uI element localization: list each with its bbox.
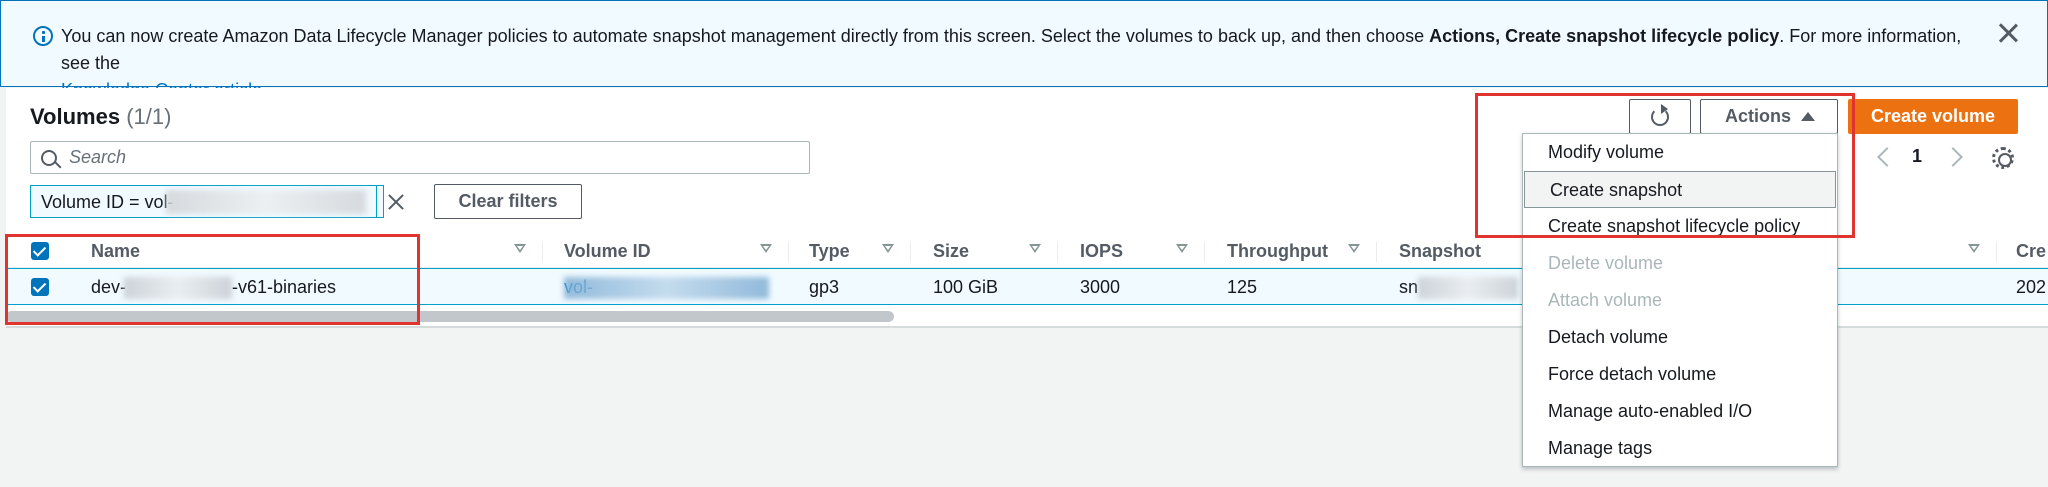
redacted-snapshot <box>1418 277 1518 299</box>
sort-icon[interactable] <box>1176 244 1188 253</box>
annotation-box-actions <box>1475 93 1855 238</box>
column-header-throughput[interactable]: Throughput <box>1227 234 1328 268</box>
sort-icon[interactable] <box>514 244 526 253</box>
filter-token-label: Volume ID = vol- <box>41 192 174 212</box>
clear-filters-button[interactable]: Clear filters <box>434 184 582 219</box>
column-divider <box>542 242 543 262</box>
menu-item-delete-volume: Delete volume <box>1548 253 1664 273</box>
filter-token[interactable]: Volume ID = vol- <box>30 185 384 218</box>
close-icon[interactable] <box>1997 21 2019 43</box>
search-icon <box>41 150 57 166</box>
column-divider <box>1204 242 1205 262</box>
menu-item-manage-auto-enabled-io[interactable]: Manage auto-enabled I/O <box>1523 393 1839 430</box>
column-divider <box>788 242 789 262</box>
info-flash-banner: You can now create Amazon Data Lifecycle… <box>0 0 2048 100</box>
column-header-volume-id[interactable]: Volume ID <box>564 234 651 268</box>
flash-text-bold: Actions, Create snapshot lifecycle polic… <box>1429 26 1780 46</box>
column-divider <box>1057 242 1058 262</box>
cell-created: 202 <box>2016 277 2047 297</box>
column-divider <box>1996 242 1997 262</box>
sort-icon[interactable] <box>1029 244 1041 253</box>
column-header-type[interactable]: Type <box>809 234 850 268</box>
search-field[interactable] <box>30 141 810 174</box>
selection-count: (1/1) <box>126 104 172 129</box>
column-header-created[interactable]: Cre <box>2016 234 2046 268</box>
menu-item-force-detach-volume[interactable]: Force detach volume <box>1523 356 1839 393</box>
title-label: Volumes <box>30 104 121 129</box>
menu-item-manage-tags[interactable]: Manage tags <box>1523 430 1839 467</box>
sort-icon[interactable] <box>882 244 894 253</box>
cell-throughput: 125 <box>1227 277 1258 297</box>
info-icon <box>33 26 53 46</box>
column-divider <box>1376 242 1377 262</box>
cell-size: 100 GiB <box>933 277 999 297</box>
menu-item-detach-volume[interactable]: Detach volume <box>1523 319 1839 356</box>
remove-filter-icon[interactable] <box>376 186 414 217</box>
cell-type: gp3 <box>809 277 840 297</box>
column-divider <box>910 242 911 262</box>
sort-icon[interactable] <box>1348 244 1360 253</box>
cell-snapshot: sn <box>1399 277 1419 297</box>
sort-icon[interactable] <box>760 244 772 253</box>
redacted-volume-id <box>564 277 769 299</box>
column-header-size[interactable]: Size <box>933 234 969 268</box>
annotation-box-selected-row <box>5 234 420 325</box>
create-volume-button[interactable]: Create volume <box>1848 99 2018 134</box>
column-header-iops[interactable]: IOPS <box>1080 234 1123 268</box>
cell-iops: 3000 <box>1080 277 1121 297</box>
redacted-volume-id <box>166 190 366 214</box>
menu-item-attach-volume: Attach volume <box>1548 290 1663 310</box>
gear-icon[interactable] <box>1992 147 2014 169</box>
current-page[interactable]: 1 <box>1912 146 1922 167</box>
flash-text-1: You can now create Amazon Data Lifecycle… <box>61 26 1430 46</box>
column-header-snapshot[interactable]: Snapshot <box>1399 234 1481 268</box>
sort-icon[interactable] <box>1968 244 1980 253</box>
page-title: Volumes (1/1) <box>30 104 171 130</box>
search-input[interactable] <box>69 142 799 173</box>
